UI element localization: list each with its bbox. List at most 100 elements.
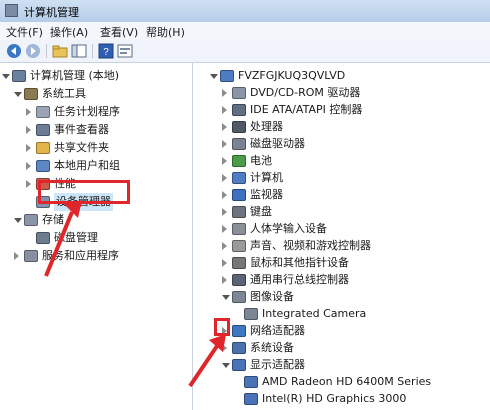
console-tree-icon[interactable] — [71, 43, 87, 59]
expand-arrow-icon[interactable] — [222, 225, 227, 233]
disk-icon — [36, 232, 50, 244]
device-tree-item[interactable]: AMD Radeon HD 6400M Series — [198, 373, 488, 391]
menu-file[interactable]: 文件(F) — [6, 24, 43, 40]
expand-arrow-icon[interactable] — [26, 144, 31, 152]
device-tree-item[interactable]: FVZFGJKUQ3QVLVD — [198, 67, 488, 85]
device-manager-highlight — [38, 180, 130, 204]
collapse-arrow-icon[interactable] — [14, 92, 22, 97]
device-tree-item[interactable]: 通用串行总线控制器 — [198, 271, 488, 289]
mouse-icon — [232, 257, 246, 269]
expand-arrow-icon[interactable] — [26, 126, 31, 134]
console-tree-item[interactable]: 任务计划程序 — [0, 103, 190, 121]
event-viewer-icon — [36, 124, 50, 136]
computer-icon — [220, 70, 234, 82]
console-tree-item[interactable]: 存储 — [0, 211, 190, 229]
collapse-arrow-icon[interactable] — [222, 295, 230, 300]
display-adapter-icon — [244, 376, 258, 388]
device-tree-item[interactable]: 电池 — [198, 152, 488, 170]
sound-icon — [232, 240, 246, 252]
device-tree-item[interactable]: 系统设备 — [198, 339, 488, 357]
console-tree-item[interactable]: 磁盘管理 — [0, 229, 190, 247]
hid-icon — [232, 223, 246, 235]
keyboard-icon — [232, 206, 246, 218]
storage-icon — [24, 214, 38, 226]
device-tree-item[interactable]: 图像设备 — [198, 288, 488, 306]
menu-action[interactable]: 操作(A) — [50, 24, 88, 40]
expand-arrow-icon[interactable] — [222, 123, 227, 131]
expand-arrow-icon[interactable] — [14, 252, 19, 260]
expand-arrow-icon[interactable] — [222, 191, 227, 199]
display-adapter-icon — [244, 393, 258, 405]
device-tree-item[interactable]: Intel(R) HD Graphics 3000 — [198, 390, 488, 408]
device-tree-item[interactable]: IDE ATA/ATAPI 控制器 — [198, 101, 488, 119]
shared-folder-icon — [36, 142, 50, 154]
device-tree-label: Integrated Camera — [262, 307, 367, 320]
device-tree-item[interactable]: 声音、视频和游戏控制器 — [198, 237, 488, 255]
menu-view[interactable]: 查看(V) — [100, 24, 138, 40]
device-tree-item[interactable]: 处理器 — [198, 118, 488, 136]
expand-arrow-icon[interactable] — [222, 106, 227, 114]
device-tree-item[interactable]: 人体学输入设备 — [198, 220, 488, 238]
menu-bar: 文件(F) 操作(A) 查看(V) 帮助(H) — [0, 22, 490, 41]
expand-arrow-icon[interactable] — [26, 180, 31, 188]
device-tree-item[interactable]: 计算机 — [198, 169, 488, 187]
monitor-icon — [232, 189, 246, 201]
device-tree-label: 电池 — [250, 154, 272, 167]
device-tree-label: Intel(R) HD Graphics 3000 — [262, 392, 407, 405]
title-bar: 计算机管理 — [0, 0, 490, 23]
device-tree-item[interactable]: 显示适配器 — [198, 356, 488, 374]
expand-arrow-icon[interactable] — [222, 242, 227, 250]
device-tree-item[interactable]: DVD/CD-ROM 驱动器 — [198, 84, 488, 102]
device-tree-item[interactable]: 鼠标和其他指针设备 — [198, 254, 488, 272]
camera-icon — [244, 308, 258, 320]
console-tree-item[interactable]: 本地用户和组 — [0, 157, 190, 175]
users-icon — [36, 160, 50, 172]
services-icon — [24, 250, 38, 262]
collapse-arrow-icon[interactable] — [14, 218, 22, 223]
device-tree-item[interactable]: 网络适配器 — [198, 322, 488, 340]
console-tree-item[interactable]: 计算机管理 (本地) — [0, 67, 190, 85]
expand-arrow-icon[interactable] — [222, 276, 227, 284]
network-adapter-icon — [232, 325, 246, 337]
device-tree-item[interactable]: 监视器 — [198, 186, 488, 204]
console-tree-label: 任务计划程序 — [54, 105, 120, 118]
up-folder-icon[interactable] — [52, 43, 68, 59]
collapse-arrow-icon[interactable] — [222, 363, 230, 368]
expand-arrow-icon[interactable] — [222, 174, 227, 182]
device-tree-label: 鼠标和其他指针设备 — [250, 256, 349, 269]
device-tree-label: 人体学输入设备 — [250, 222, 327, 235]
processor-icon — [232, 121, 246, 133]
console-tree-label: 服务和应用程序 — [42, 249, 119, 262]
expand-arrow-icon[interactable] — [222, 89, 227, 97]
expand-arrow-icon[interactable] — [222, 259, 227, 267]
expand-arrow-icon[interactable] — [222, 157, 227, 165]
expand-arrow-icon[interactable] — [222, 208, 227, 216]
expand-arrow-icon[interactable] — [26, 108, 31, 116]
expand-arrow-icon[interactable] — [222, 344, 227, 352]
properties-icon[interactable] — [117, 43, 133, 59]
device-tree-item[interactable]: 键盘 — [198, 203, 488, 221]
dvd-icon — [232, 87, 246, 99]
menu-help[interactable]: 帮助(H) — [146, 24, 185, 40]
battery-icon — [232, 155, 246, 167]
console-tree-item[interactable]: 服务和应用程序 — [0, 247, 190, 265]
device-tree-label: 图像设备 — [250, 290, 294, 303]
usb-icon — [232, 274, 246, 286]
device-tree-label: 键盘 — [250, 205, 272, 218]
console-tree-item[interactable]: 事件查看器 — [0, 121, 190, 139]
expand-arrow-icon[interactable] — [26, 162, 31, 170]
toolbar: ? — [0, 40, 490, 63]
console-tree-item[interactable]: 共享文件夹 — [0, 139, 190, 157]
device-tree-label: 声音、视频和游戏控制器 — [250, 239, 371, 252]
device-tree-label: FVZFGJKUQ3QVLVD — [238, 69, 346, 82]
back-icon[interactable] — [6, 43, 22, 59]
console-tree-item[interactable]: 系统工具 — [0, 85, 190, 103]
collapse-arrow-icon[interactable] — [210, 74, 218, 79]
expand-arrow-icon[interactable] — [222, 140, 227, 148]
forward-icon[interactable] — [25, 43, 41, 59]
device-tree-item[interactable]: 磁盘驱动器 — [198, 135, 488, 153]
collapse-arrow-icon[interactable] — [2, 74, 10, 79]
device-tree-item[interactable]: Integrated Camera — [198, 305, 488, 323]
console-tree-label: 共享文件夹 — [54, 141, 109, 154]
help-icon[interactable]: ? — [98, 43, 114, 59]
